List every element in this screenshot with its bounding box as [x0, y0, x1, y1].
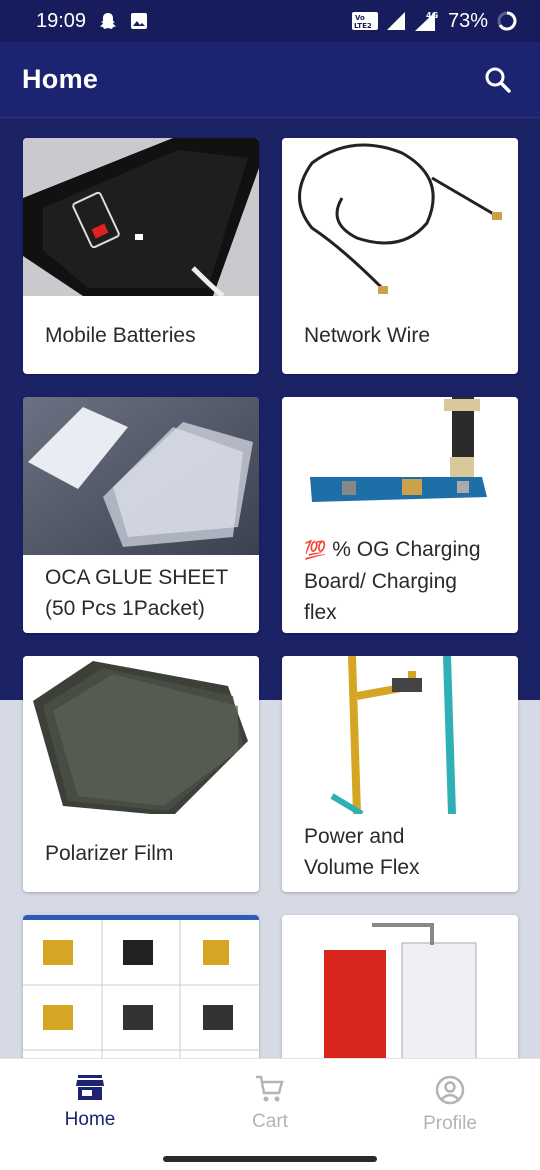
4g-signal-icon: 4G [414, 10, 440, 32]
category-label: 💯 % OG Charging Board/ Charging flex [282, 534, 518, 628]
app-bar: Home [0, 42, 540, 118]
category-card-power-volume-flex[interactable]: Power and Volume Flex [282, 656, 518, 892]
coaxial-wire-image [282, 138, 518, 296]
category-label-line: Volume Flex [304, 856, 420, 879]
signal-icon [386, 11, 406, 31]
nav-label: Home [64, 1109, 116, 1130]
category-card-lcd-backlight[interactable] [282, 915, 518, 1065]
category-grid: Mobile Batteries Network Wire OCA GLUE S… [23, 138, 518, 1065]
category-label-line: (50 Pcs 1Packet) [45, 597, 205, 620]
gesture-bar [0, 1148, 540, 1170]
category-card-network-wire[interactable]: Network Wire [282, 138, 518, 374]
oca-sheets-image [23, 397, 259, 555]
store-icon [76, 1075, 104, 1100]
power-volume-flex-image [282, 656, 518, 814]
lcd-backlight-image [282, 915, 518, 1065]
battery-ring-icon [496, 10, 518, 32]
nav-label: Cart [252, 1111, 288, 1132]
nav-item-home[interactable]: Home [0, 1059, 180, 1148]
category-label: Mobile Batteries [45, 324, 196, 347]
svg-text:Vo: Vo [355, 14, 365, 22]
account-icon [435, 1075, 465, 1105]
hundred-points-icon: 💯 [304, 540, 327, 560]
category-card-mobile-batteries[interactable]: Mobile Batteries [23, 138, 259, 374]
category-label: OCA GLUE SHEET (50 Pcs 1Packet) [23, 562, 259, 624]
search-button[interactable] [478, 60, 518, 100]
battery-percent: 73% [447, 9, 488, 32]
category-label-line: 💯 % OG Charging [304, 538, 481, 561]
page-title: Home [22, 64, 99, 94]
nav-item-profile[interactable]: Profile [360, 1059, 540, 1148]
volte-icon: Vo LTE2 [351, 11, 378, 31]
category-card-polarizer-film[interactable]: Polarizer Film [23, 656, 259, 892]
search-icon [485, 67, 511, 93]
phone-low-battery-image [23, 138, 259, 296]
category-label: Network Wire [304, 324, 431, 347]
category-label: Power and Volume Flex [282, 821, 518, 883]
snapchat-icon [98, 11, 118, 31]
polarizer-film-image [23, 656, 259, 814]
image-icon [130, 12, 148, 30]
category-card-buttons[interactable] [23, 915, 259, 1065]
home-gesture-handle[interactable] [163, 1156, 377, 1162]
category-label-line: Power and [304, 825, 405, 848]
status-time: 19:09 [36, 9, 87, 32]
category-card-charging-board[interactable]: 💯 % OG Charging Board/ Charging flex [282, 397, 518, 633]
category-label-line: Board/ Charging [304, 570, 457, 593]
category-card-oca-glue-sheet[interactable]: OCA GLUE SHEET (50 Pcs 1Packet) [23, 397, 259, 633]
nav-label: Profile [423, 1113, 477, 1134]
category-label: Polarizer Film [45, 842, 174, 865]
cart-icon [256, 1075, 284, 1102]
svg-text:LTE2: LTE2 [354, 22, 372, 30]
category-label-line: OCA GLUE SHEET [45, 566, 229, 589]
category-label-line: flex [304, 601, 337, 624]
bottom-navigation: Home Cart Profile [0, 1058, 540, 1148]
charging-board-image [282, 397, 518, 555]
status-bar: 19:09 Vo LTE2 4G 73% [0, 0, 540, 42]
nav-item-cart[interactable]: Cart [180, 1059, 360, 1148]
buttons-catalog-image [23, 915, 259, 1065]
svg-text:4G: 4G [426, 11, 438, 20]
